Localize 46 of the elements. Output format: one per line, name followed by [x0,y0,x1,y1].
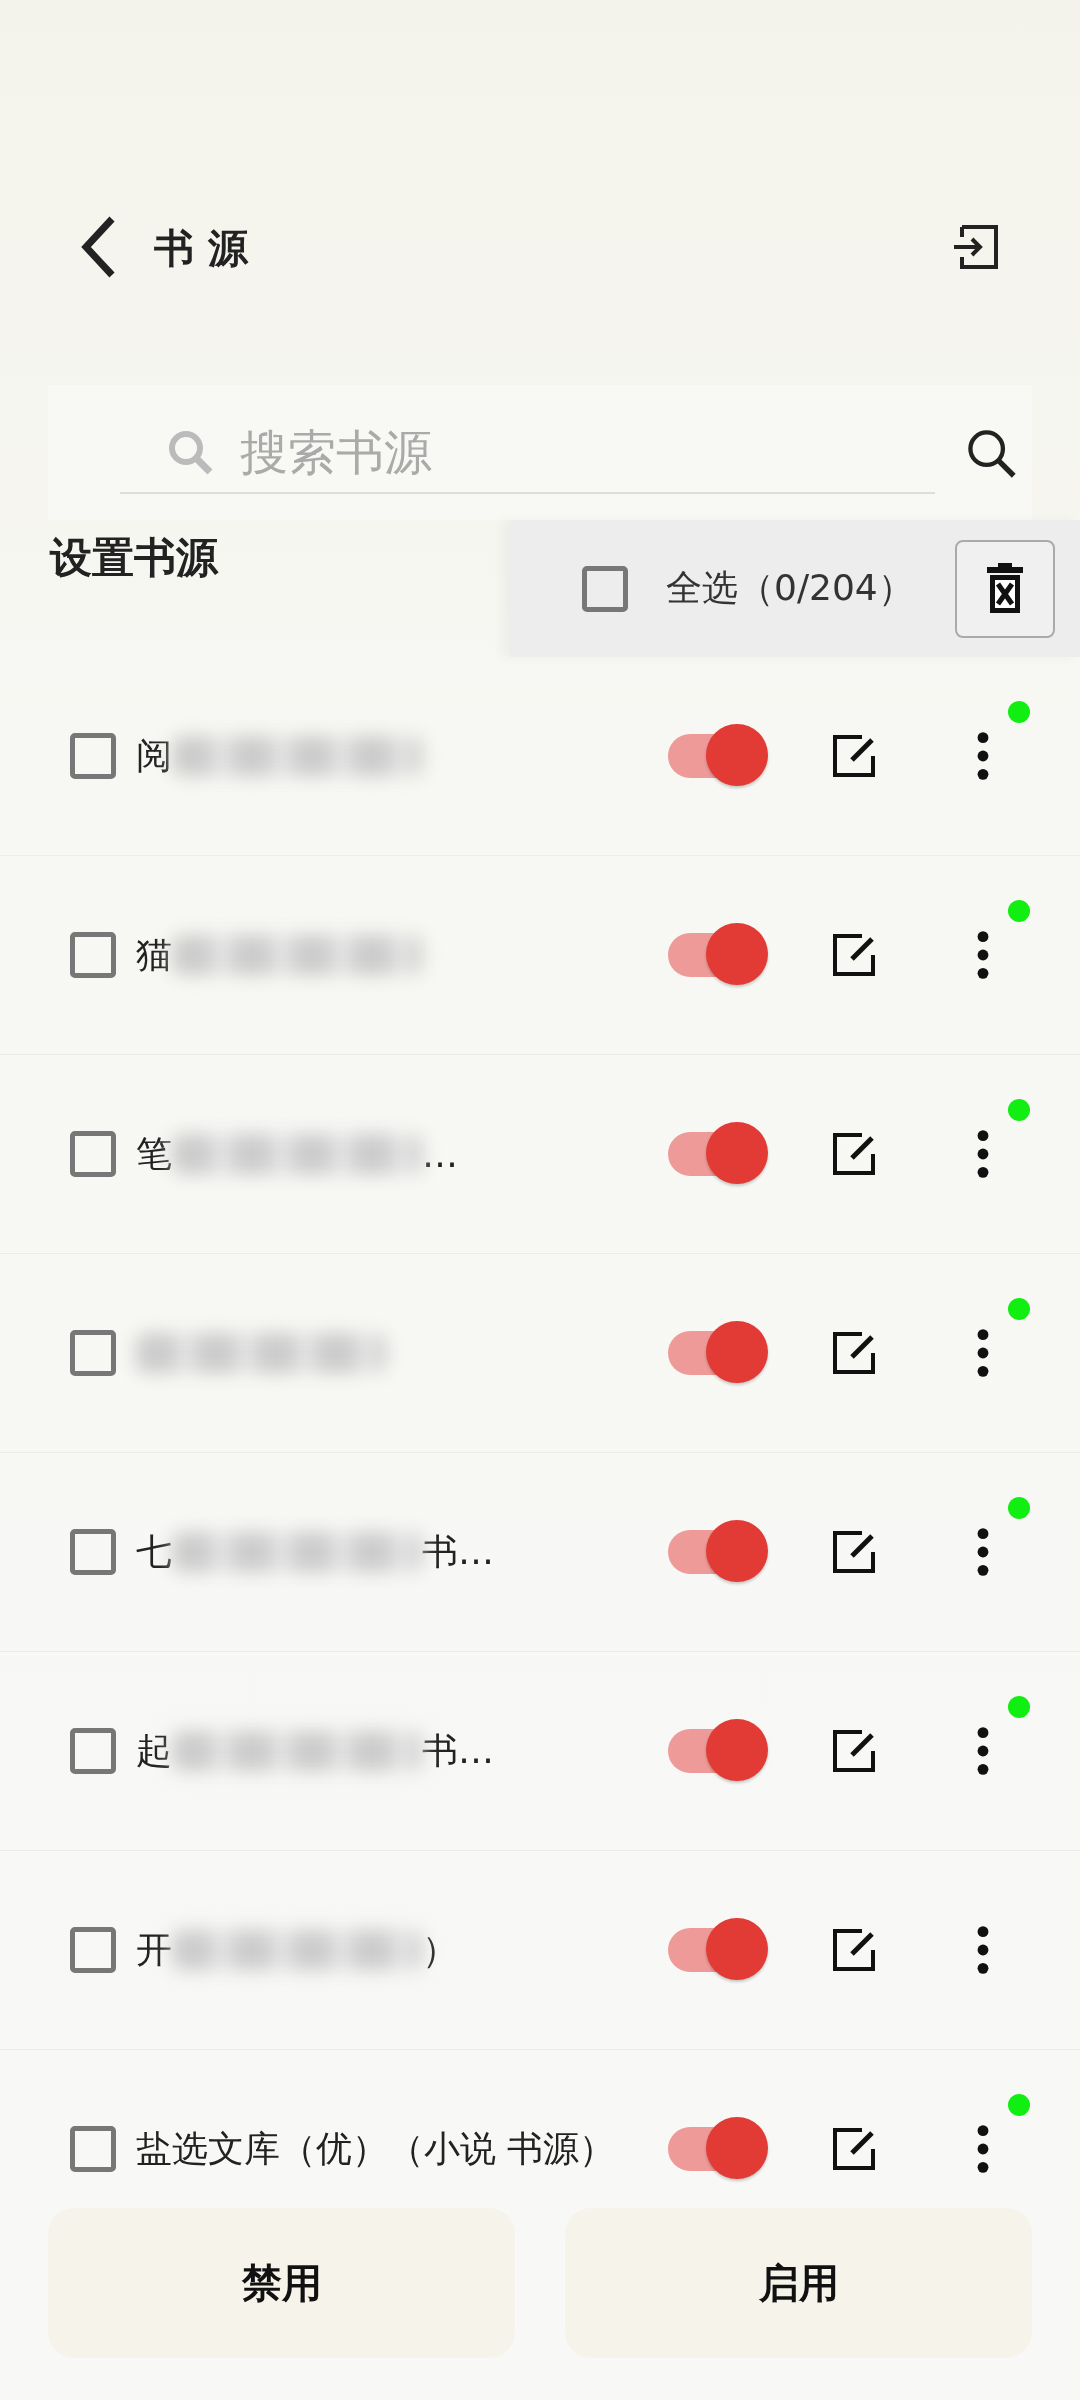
source-name: 阅 [136,733,172,778]
action-button[interactable]: 启用 [565,2208,1032,2358]
checkbox[interactable] [70,2126,116,2172]
import-icon[interactable] [952,223,1000,271]
checkbox[interactable] [70,1529,116,1575]
edit-icon[interactable] [832,933,876,977]
action-button[interactable]: 禁用 [48,2208,515,2358]
edit-icon[interactable] [832,734,876,778]
source-name: 开 [136,1927,172,1972]
search-field[interactable]: 搜索书源 [238,422,842,481]
section-title: 设置书源 [50,532,218,584]
edit-icon[interactable] [832,1530,876,1574]
source-name: 猫 [136,932,172,977]
more-icon[interactable] [976,2124,990,2174]
source-name-end: 书… [422,1728,494,1773]
source-name: 笔 [136,1131,172,1176]
edit-icon[interactable] [832,1331,876,1375]
checkbox[interactable] [70,1330,116,1376]
source-name-end: ） [422,1927,458,1972]
more-icon[interactable] [976,930,990,980]
source-name-end: … [422,1133,458,1175]
checkbox[interactable] [70,733,116,779]
checkbox[interactable] [70,932,116,978]
more-icon[interactable] [976,731,990,781]
source-name: 起 [136,1728,172,1773]
source-name: 七 [136,1529,172,1574]
edit-icon[interactable] [832,1132,876,1176]
search-bar[interactable]: 搜索书源 [48,385,1032,520]
checkbox[interactable] [582,565,628,612]
more-icon[interactable] [976,1925,990,1975]
source-name-end: 书… [422,1529,494,1574]
more-icon[interactable] [976,1527,990,1577]
edit-icon[interactable] [832,1729,876,1773]
edit-icon[interactable] [832,2127,876,2171]
edit-icon[interactable] [832,1928,876,1972]
select-all-label[interactable]: 全选（0/204） [666,564,914,613]
checkbox[interactable] [70,1728,116,1774]
delete-button[interactable] [955,539,1055,638]
more-icon[interactable] [976,1726,990,1776]
source-name: 盐选文库（优）（小说 书源） [136,2126,616,2171]
more-icon[interactable] [976,1129,990,1179]
trash-icon [985,562,1025,615]
page-title: 书 源 [154,224,248,273]
checkbox[interactable] [70,1927,116,1973]
checkbox[interactable] [70,1131,116,1177]
more-icon[interactable] [976,1328,990,1378]
